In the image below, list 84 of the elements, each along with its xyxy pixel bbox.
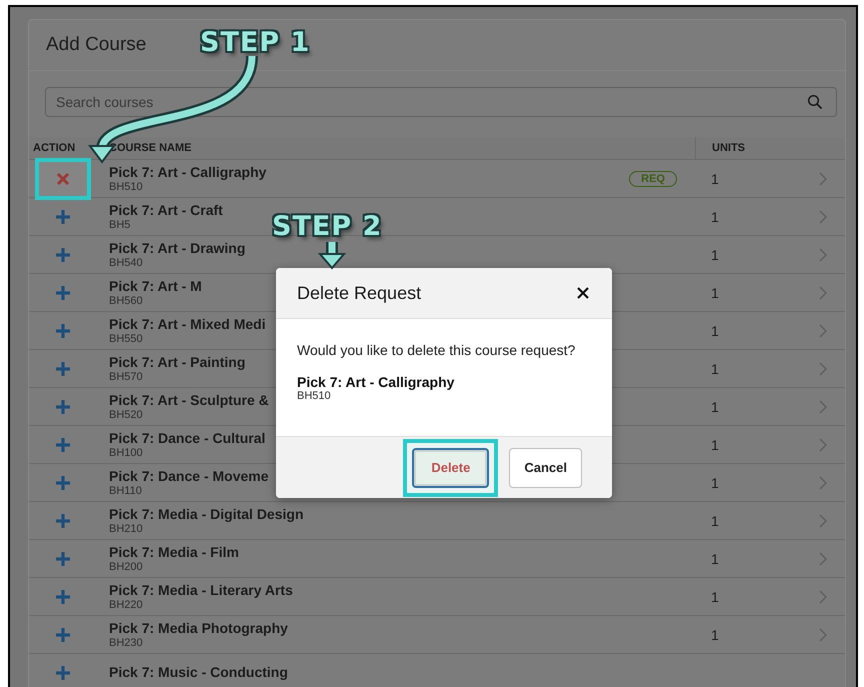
course-name: Pick 7: Media - Digital Design [109, 506, 304, 522]
course-name: Pick 7: Art - Mixed Medi [109, 316, 266, 332]
chevron-right-icon[interactable] [819, 438, 827, 452]
plus-icon [55, 398, 71, 414]
course-code: BH550 [109, 332, 143, 346]
course-code: BH570 [109, 370, 143, 384]
x-icon [56, 172, 70, 186]
course-name: Pick 7: Art - Craft [109, 202, 223, 218]
plus-icon [55, 246, 71, 262]
plus-icon [55, 550, 71, 566]
page-title: Add Course [46, 34, 146, 56]
units-value: 1 [711, 436, 720, 452]
close-icon[interactable] [577, 287, 589, 299]
plus-icon [55, 626, 71, 642]
units-value: 1 [711, 474, 720, 490]
course-code: BH520 [109, 408, 143, 422]
course-name: Pick 7: Media - Film [109, 544, 239, 560]
units-value: 1 [711, 322, 720, 338]
units-value: 1 [711, 398, 720, 414]
remove-button[interactable] [35, 158, 91, 200]
course-name: Pick 7: Art - M [109, 278, 202, 294]
course-name: Pick 7: Art - Sculpture & [109, 392, 269, 408]
course-code: BH210 [109, 522, 143, 536]
chevron-right-icon[interactable] [819, 400, 827, 414]
chevron-right-icon[interactable] [819, 172, 827, 186]
units-value: 1 [711, 360, 720, 376]
units-value: 1 [711, 626, 720, 642]
column-header: ACTION [33, 142, 76, 154]
chevron-right-icon[interactable] [819, 286, 827, 300]
search-icon[interactable] [807, 94, 823, 110]
course-name: Pick 7: Music - Conducting [109, 664, 288, 681]
course-code: BH510 [109, 180, 143, 194]
chevron-right-icon[interactable] [819, 362, 827, 376]
delete-button[interactable]: Delete [412, 448, 490, 488]
plus-icon [55, 208, 71, 224]
plus-icon [55, 512, 71, 528]
column-header: UNITS [712, 142, 745, 154]
course-code: BH540 [109, 256, 143, 270]
plus-icon [55, 436, 71, 452]
course-name: Pick 7: Dance - Cultural [109, 430, 266, 446]
units-value: 1 [711, 512, 720, 528]
course-code: BH5 [109, 218, 130, 232]
course-code: BH560 [109, 294, 143, 308]
course-code: BH110 [109, 484, 142, 498]
step-label: STEP 2 [272, 211, 382, 242]
chevron-right-icon[interactable] [819, 628, 827, 642]
course-name: Pick 7: Media - Literary Arts [109, 582, 293, 598]
step-label: STEP 1 [200, 27, 310, 58]
chevron-right-icon[interactable] [819, 590, 827, 604]
plus-icon [55, 588, 71, 604]
plus-icon [55, 284, 71, 300]
course-code: BH200 [109, 560, 143, 574]
chevron-right-icon[interactable] [819, 210, 827, 224]
search-field[interactable]: Search courses [45, 87, 837, 117]
course-name: Pick 7: Dance - Moveme [109, 468, 269, 484]
plus-icon [55, 360, 71, 376]
units-value: 1 [711, 588, 720, 604]
course-code: BH100 [109, 446, 143, 460]
units-value: 1 [711, 208, 720, 224]
chevron-right-icon[interactable] [819, 552, 827, 566]
dialog-title: Delete Request [297, 282, 422, 304]
plus-icon [55, 474, 71, 490]
course-name: Pick 7: Art - Drawing [109, 240, 246, 256]
cancel-button[interactable]: Cancel [509, 448, 582, 488]
course-name: Pick 7: Art - Painting [109, 354, 246, 370]
units-value: 1 [711, 550, 720, 566]
course-code: BH220 [109, 598, 143, 612]
course-name: Pick 7: Art - Calligraphy [297, 374, 456, 390]
dialog-message: Would you like to delete this course request? [297, 342, 576, 358]
units-value: 1 [711, 284, 720, 300]
chevron-right-icon[interactable] [819, 476, 827, 490]
course-code: BH230 [109, 636, 143, 650]
course-name: Pick 7: Media Photography [109, 620, 288, 636]
course-name: Pick 7: Art - Calligraphy [109, 164, 266, 180]
required-tag: REQ [629, 170, 677, 186]
chevron-right-icon[interactable] [819, 514, 827, 528]
course-code: BH510 [297, 390, 332, 402]
units-value: 1 [711, 170, 720, 186]
chevron-right-icon[interactable] [819, 248, 827, 262]
plus-icon [55, 664, 71, 680]
units-value: 1 [711, 246, 720, 262]
plus-icon [55, 322, 71, 338]
chevron-right-icon[interactable] [819, 324, 827, 338]
curved-arrow [318, 242, 346, 270]
